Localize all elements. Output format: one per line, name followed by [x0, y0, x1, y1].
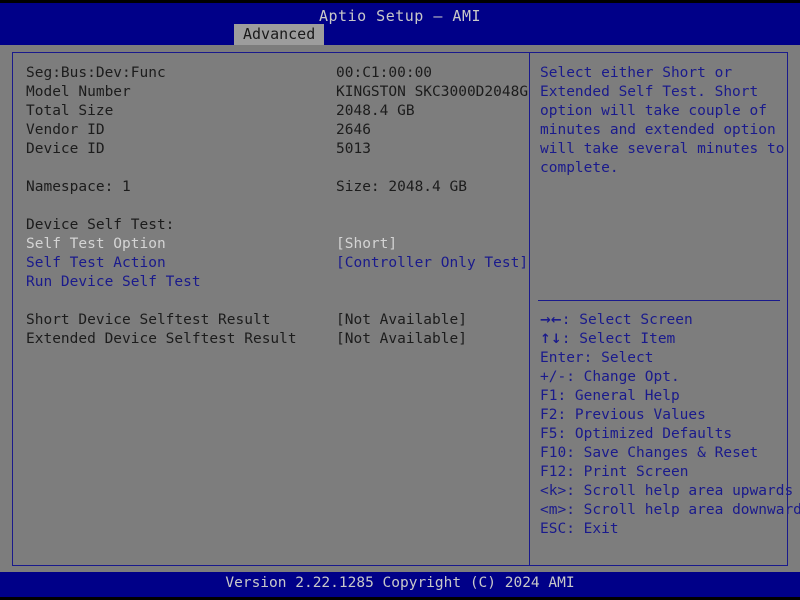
legend-label: : General Help [557, 388, 680, 404]
info-row: Seg:Bus:Dev:Func 00:C1:00:00 [26, 64, 518, 83]
info-row-label: Model Number [26, 84, 131, 100]
info-row-value: 00:C1:00:00 [336, 65, 433, 81]
result-row: Short Device Selftest Result [Not Availab… [26, 311, 518, 330]
legend-item: <k>: Scroll help area upwards [540, 482, 793, 501]
legend-item: →←: Select Screen [540, 311, 784, 330]
legend-key: F10 [540, 445, 567, 461]
result-row: Extended Device Selftest Result [Not Avai… [26, 330, 518, 349]
legend-label: : Select Screen [561, 312, 693, 328]
settings-list: Seg:Bus:Dev:Func 00:C1:00:00 Model Number K… [26, 64, 528, 349]
legend-item: F1: General Help [540, 387, 784, 406]
help-line: option will take couple of [540, 103, 767, 119]
legend-key: <m> [540, 502, 567, 518]
version-text: Version 2.22.1285 Copyright (C) 2024 AMI [225, 575, 575, 591]
legend-item: ↑↓: Select Item [540, 330, 784, 349]
namespace-row-label: Namespace: 1 [26, 179, 131, 195]
help-line: minutes and extended option [540, 122, 776, 138]
self-test-row-label: Run Device Self Test [26, 274, 201, 290]
legend-label: : Optimized Defaults [557, 426, 733, 442]
result-row-label: Extended Device Selftest Result [26, 331, 297, 347]
legend-key: ↑↓ [540, 332, 562, 347]
legend-key: F1 [540, 388, 558, 404]
info-row: Device ID 5013 [26, 140, 518, 159]
legend-item: F10: Save Changes & Reset [540, 444, 784, 463]
tab-strip: Advanced [0, 24, 800, 45]
help-line: Extended Self Test. Short [540, 84, 759, 100]
namespace-row: Namespace: 1 Size: 2048.4 GB [26, 178, 518, 197]
legend-item: <m>: Scroll help area downwards [540, 501, 800, 520]
legend-label: : Change Opt. [566, 369, 680, 385]
result-row-label: Short Device Selftest Result [26, 312, 271, 328]
help-divider [538, 300, 780, 301]
legend-key: →← [540, 313, 562, 328]
bios-setup-screen: Aptio Setup – AMI Advanced Seg:Bus:Dev:F… [0, 0, 800, 600]
info-row: Vendor ID 2646 [26, 121, 518, 140]
help-line: Select either Short or [540, 65, 733, 81]
tab-advanced[interactable]: Advanced [234, 24, 325, 45]
legend-item: ESC: Exit [540, 520, 784, 539]
help-panel: Select either Short or Extended Self Test… [529, 52, 800, 566]
legend-label: : Previous Values [557, 407, 706, 423]
self-test-row[interactable]: Self Test Action [Controller Only Test] [26, 254, 528, 273]
self-test-row-value[interactable]: [Short] [336, 235, 397, 254]
info-row-label: Vendor ID [26, 122, 105, 138]
footer-bar: Version 2.22.1285 Copyright (C) 2024 AMI [0, 572, 800, 597]
info-row-label: Total Size [26, 103, 114, 119]
info-row-label: Device ID [26, 141, 105, 157]
legend-item: F2: Previous Values [540, 406, 784, 425]
info-row-value: 2048.4 GB [336, 103, 415, 119]
help-line: will take several minutes to [540, 141, 785, 157]
legend-item: Enter: Select [540, 349, 784, 368]
info-row: Model Number KINGSTON SKC3000D2048G [26, 83, 528, 102]
legend-label: : Scroll help area upwards [566, 483, 794, 499]
legend-key: ESC [540, 521, 567, 537]
info-row-value: 5013 [336, 141, 371, 157]
namespace-row-value: Size: 2048.4 GB [336, 179, 467, 195]
legend-item: F12: Print Screen [540, 463, 784, 482]
info-row-label: Seg:Bus:Dev:Func [26, 65, 166, 81]
main-content-panel: Seg:Bus:Dev:Func 00:C1:00:00 Model Number K… [12, 52, 530, 566]
self-test-row[interactable]: Self Test Option [Short] [26, 235, 518, 254]
info-row-value: 2646 [336, 122, 371, 138]
row-spacer [26, 159, 518, 178]
legend-key: F5 [540, 426, 558, 442]
self-test-row-value[interactable]: [Controller Only Test] [336, 254, 528, 273]
legend-item: +/-: Change Opt. [540, 368, 784, 387]
legend-key: +/- [540, 369, 567, 385]
legend-key: F12 [540, 464, 567, 480]
result-row-value: [Not Available] [336, 331, 467, 347]
legend-label: : Save Changes & Reset [566, 445, 759, 461]
row-spacer [26, 292, 518, 311]
info-row: Total Size 2048.4 GB [26, 102, 518, 121]
self-test-row-label: Self Test Action [26, 255, 166, 271]
help-text: Select either Short or Extended Self Test… [540, 64, 785, 178]
legend-key: F2 [540, 407, 558, 423]
legend-label: : Select Item [561, 331, 676, 347]
legend-key: Enter [540, 350, 584, 366]
help-line: complete. [540, 160, 619, 176]
legend-label: : Exit [566, 521, 619, 537]
self-test-row[interactable]: Run Device Self Test [26, 273, 518, 292]
legend-label: : Print Screen [566, 464, 689, 480]
key-legend: →←: Select Screen ↑↓: Select Item Enter: S… [540, 311, 800, 539]
result-row-value: [Not Available] [336, 312, 467, 328]
legend-label: : Select [583, 350, 654, 366]
legend-item: F5: Optimized Defaults [540, 425, 784, 444]
info-row-value: KINGSTON SKC3000D2048G [336, 84, 529, 100]
section-header-device-self-test-label: Device Self Test: [26, 217, 175, 233]
section-header-device-self-test: Device Self Test: [26, 216, 518, 235]
page-title: Aptio Setup – AMI [318, 7, 482, 25]
row-spacer [26, 197, 518, 216]
legend-label: : Scroll help area downwards [566, 502, 800, 518]
legend-key: <k> [540, 483, 567, 499]
self-test-row-label: Self Test Option [26, 236, 166, 252]
